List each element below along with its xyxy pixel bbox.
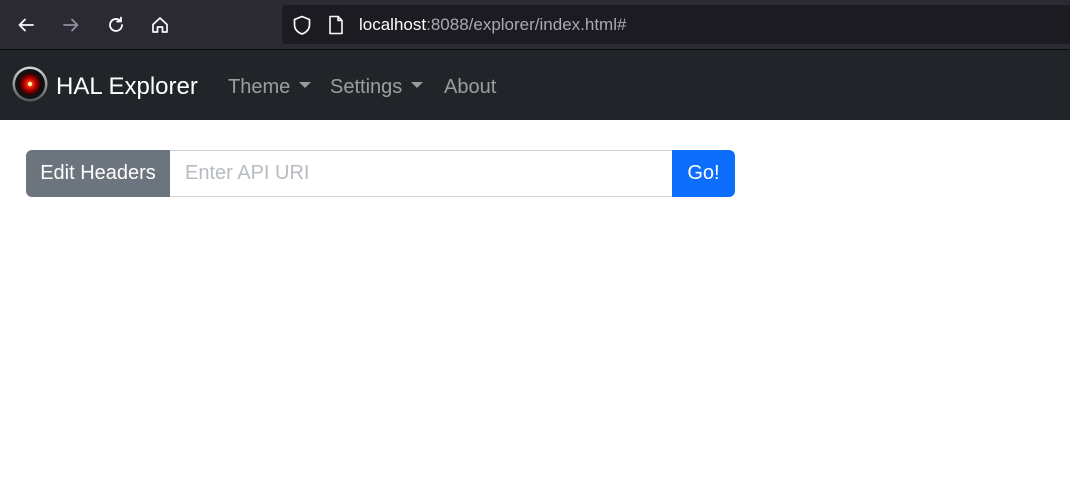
nav-settings-dropdown[interactable]: Settings xyxy=(330,75,424,99)
go-button[interactable]: Go! xyxy=(672,150,735,197)
brand-title[interactable]: HAL Explorer xyxy=(56,72,198,102)
nav-theme-label: Theme xyxy=(228,76,291,98)
browser-toolbar: localhost:8088/explorer/index.html# xyxy=(0,0,1070,50)
shield-icon[interactable] xyxy=(291,14,313,36)
url-host: localhost xyxy=(359,15,427,34)
reload-icon xyxy=(109,16,123,32)
hal9000-eye-icon[interactable] xyxy=(12,66,48,102)
home-icon xyxy=(152,17,168,33)
nav-settings-label: Settings xyxy=(330,76,403,98)
page-icon[interactable] xyxy=(327,15,345,35)
app-navbar: HAL Explorer Theme Settings About xyxy=(0,50,1070,120)
nav-about-label: About xyxy=(444,76,497,98)
forward-button[interactable] xyxy=(55,9,87,41)
api-uri-input[interactable] xyxy=(170,150,672,197)
caret-down-icon xyxy=(299,82,312,88)
back-arrow-icon xyxy=(18,18,34,32)
forward-arrow-icon xyxy=(63,18,79,32)
address-bar[interactable]: localhost:8088/explorer/index.html# xyxy=(282,5,1070,44)
url-path: :8088/explorer/index.html# xyxy=(426,15,627,34)
uri-input-group: Edit Headers Go! xyxy=(26,150,735,197)
caret-down-icon xyxy=(411,82,424,88)
url-text[interactable]: localhost:8088/explorer/index.html# xyxy=(359,15,626,35)
nav-about-link[interactable]: About xyxy=(444,75,496,99)
home-button[interactable] xyxy=(144,9,176,41)
back-button[interactable] xyxy=(10,9,42,41)
reload-button[interactable] xyxy=(100,9,132,41)
nav-theme-dropdown[interactable]: Theme xyxy=(228,75,312,99)
edit-headers-button[interactable]: Edit Headers xyxy=(26,150,170,197)
